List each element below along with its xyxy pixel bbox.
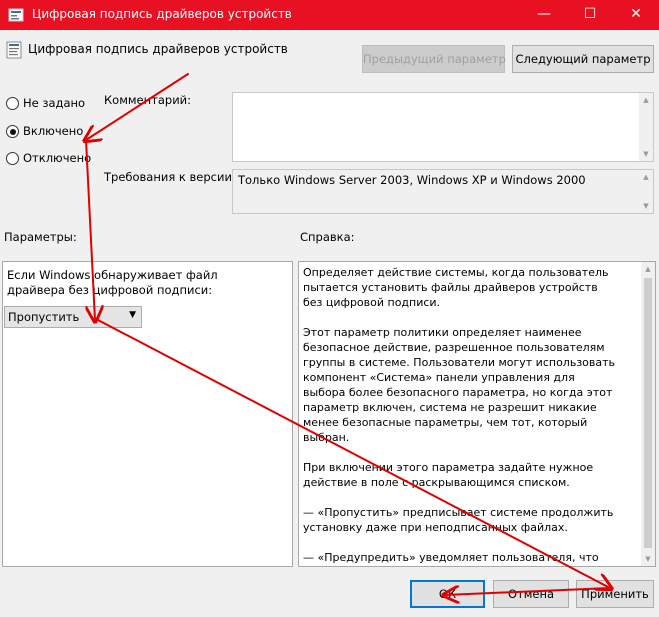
radio-label: Включено [23,124,84,138]
next-setting-button[interactable]: Следующий параметр [512,45,654,73]
title-bar: Цифровая подпись драйверов устройств — ☐… [0,0,659,30]
policy-icon [8,8,24,22]
radio-dot[interactable] [6,152,19,165]
help-paragraph: Определяет действие системы, когда польз… [303,266,609,309]
apply-button[interactable]: Применить [576,580,654,608]
dropdown-value: Пропустить [8,310,80,324]
scroll-down-icon[interactable]: ▼ [639,199,653,213]
help-paragraph: — «Пропустить» предписывает системе прод… [303,506,614,534]
policy-icon [6,41,22,59]
help-scrollbar[interactable]: ▲ ▼ [641,262,655,566]
close-icon[interactable]: ✕ [613,0,659,30]
minimize-icon[interactable]: — [521,0,567,30]
scroll-down-icon[interactable]: ▼ [641,552,655,566]
help-paragraph: — «Предупредить» уведомляет пользователя… [303,551,599,564]
policy-title: Цифровая подпись драйверов устройств [28,42,288,56]
help-label: Справка: [300,230,355,244]
radio-dot[interactable] [6,97,19,110]
scroll-up-icon[interactable]: ▲ [639,170,653,184]
comment-label: Комментарий: [104,93,192,107]
radio-label: Не задано [23,96,86,110]
maximize-icon[interactable]: ☐ [567,0,613,30]
window-title: Цифровая подпись драйверов устройств [32,7,292,21]
requirements-value: Только Windows Server 2003, Windows XP и… [238,173,586,187]
chevron-down-icon[interactable]: ▼ [129,310,136,320]
help-text: Определяет действие системы, когда польз… [303,265,616,566]
parameters-label: Параметры: [4,230,77,244]
help-paragraph: При включении этого параметра задайте ну… [303,461,594,489]
arrow-to-enabled [86,73,189,140]
scroll-thumb[interactable] [644,278,652,548]
comment-scrollbar[interactable]: ▲ ▼ [639,93,653,161]
help-paragraph: Этот параметр политики определяет наимен… [303,326,616,444]
requirements-label: Требования к версии: [104,170,236,184]
ok-button[interactable]: ОК [410,580,485,608]
radio-dot-selected[interactable] [6,125,19,138]
scroll-up-icon[interactable]: ▲ [639,93,653,107]
comment-field[interactable]: ▲ ▼ [232,92,654,162]
requirements-field: Только Windows Server 2003, Windows XP и… [232,169,654,214]
scroll-down-icon[interactable]: ▼ [639,147,653,161]
help-panel: Определяет действие системы, когда польз… [298,261,656,567]
cancel-button[interactable]: Отмена [493,580,569,608]
action-dropdown[interactable]: Пропустить ▼ [4,306,142,328]
parameter-description: Если Windows обнаруживает файл драйвера … [7,268,218,297]
scroll-up-icon[interactable]: ▲ [641,262,655,276]
requirements-scrollbar[interactable]: ▲ ▼ [639,170,653,213]
radio-label: Отключено [23,151,92,165]
previous-setting-button[interactable]: Предыдущий параметр [362,45,506,73]
